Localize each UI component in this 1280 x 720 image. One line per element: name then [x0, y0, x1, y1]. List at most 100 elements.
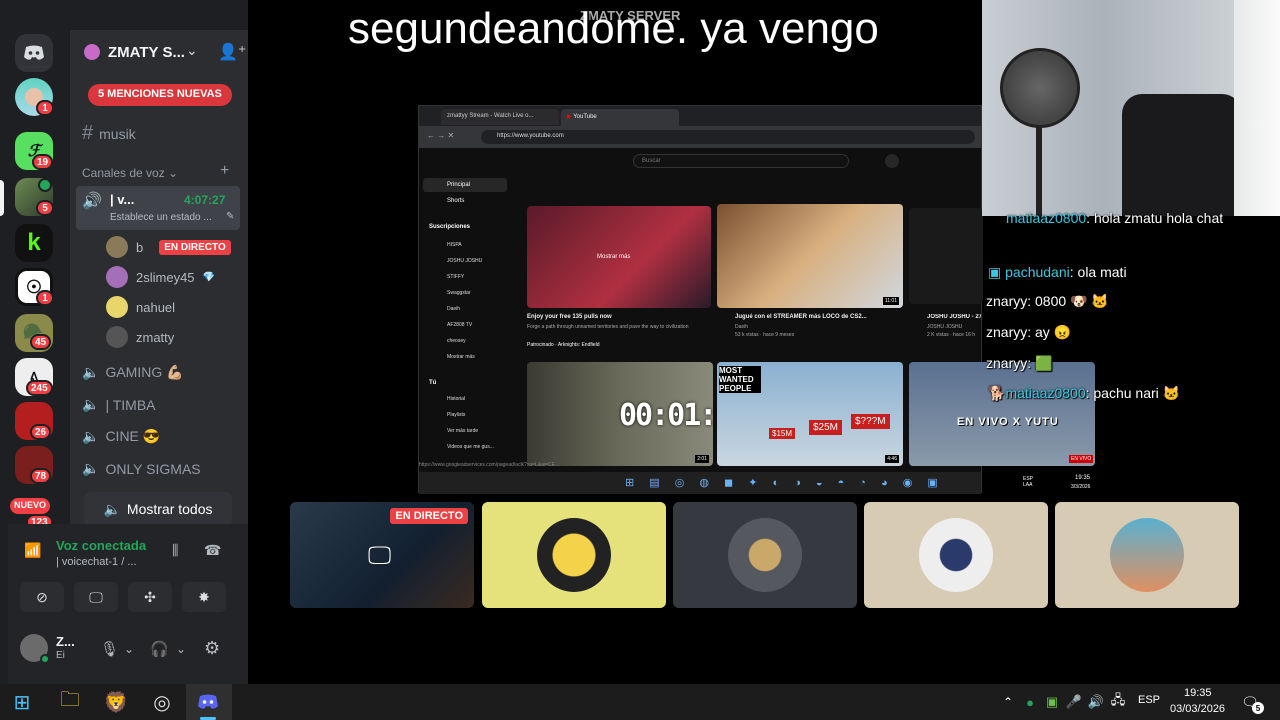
sub-channel[interactable]: Daeih [447, 306, 460, 312]
discord-taskbar-icon[interactable] [196, 690, 220, 714]
user-name: nahuel [136, 299, 176, 315]
voice-channels-header[interactable]: Canales de voz ⌄ [82, 166, 178, 180]
camera-off-icon[interactable]: ⊘ [20, 582, 64, 612]
microphone-icon[interactable]: 🎤 [1062, 690, 1086, 714]
subscriptions-header[interactable]: Suscripciones [429, 224, 470, 230]
you-item[interactable]: Historial [447, 396, 465, 402]
hashtag-icon: # [82, 122, 94, 144]
sub-channel[interactable]: STIFFY [447, 274, 464, 280]
file-explorer-icon[interactable]: 🗀 [58, 689, 82, 714]
tray-app-icon[interactable]: ▣ [1040, 690, 1064, 714]
show-all-button[interactable]: 🔈 Mostrar todos [84, 492, 232, 526]
video-thumbnail[interactable]: MOST WANTED PEOPLE $15M $25M $???M 4:46 [717, 362, 903, 466]
soundboard-button-icon[interactable]: ✸ [182, 582, 226, 612]
brave-browser-icon[interactable]: 🦁 [104, 690, 129, 714]
headphones-icon[interactable]: 🎧 [150, 640, 169, 658]
nav-item-shorts[interactable]: Shorts [447, 198, 464, 204]
participant-tile[interactable] [673, 502, 857, 608]
obs-icon[interactable]: ◎ [150, 690, 174, 714]
user-name[interactable]: Z... [56, 634, 75, 649]
live-badge: EN DIRECTO [390, 508, 468, 524]
gear-icon[interactable]: ⚙ [204, 638, 220, 659]
video-thumbnail[interactable]: 11:01 [717, 204, 903, 308]
youtube-search-input[interactable]: Buscar [633, 154, 849, 168]
video-thumbnail[interactable] [909, 208, 983, 304]
network-icon[interactable]: 🖧 [1106, 690, 1130, 714]
sub-channel[interactable]: HISPA [447, 242, 462, 248]
tray-app-icon[interactable]: ● [1018, 690, 1042, 714]
video-thumbnail[interactable]: EN VIVO X YUTU EN VIVO [909, 362, 1095, 466]
windows-start-icon[interactable]: ⊞ [10, 690, 34, 714]
sub-channel[interactable]: AF2808 TV [447, 322, 472, 328]
voice-user[interactable]: zmatty [106, 326, 174, 348]
server-name[interactable]: ZMATY S... [108, 44, 185, 61]
disconnect-icon[interactable]: ☎ [204, 542, 221, 559]
emote-icon: 🐶 🐱 [1070, 293, 1109, 309]
add-channel-icon[interactable]: + [220, 162, 229, 180]
chevron-down-icon[interactable]: ⌄ [186, 42, 198, 59]
text-channel-musik[interactable]: # musik [82, 122, 136, 145]
voice-channel[interactable]: 🔈 CINE 😎 [82, 428, 160, 445]
voice-channel[interactable]: 🔈 | TIMBA [82, 396, 156, 413]
you-item[interactable]: Videos que me gus... [447, 444, 494, 450]
activities-icon[interactable]: ✣ [128, 582, 172, 612]
video-title[interactable]: JOSHU JOSHU - 27 CLUB (PROD CLAMS CASINO… [927, 314, 981, 320]
nav-item-home[interactable]: Principal [447, 182, 470, 188]
gaming-chair [1122, 94, 1242, 216]
participant-tile[interactable] [482, 502, 666, 608]
voice-channel[interactable]: 🔈 ONLY SIGMAS [82, 460, 201, 477]
clock-time[interactable]: 19:35 [1184, 687, 1212, 699]
address-bar[interactable]: https://www.youtube.com [481, 130, 975, 144]
you-item[interactable]: Ver más tarde [447, 428, 478, 434]
video-title[interactable]: Enjoy your free 135 pulls now [527, 314, 612, 320]
sub-channel[interactable]: cheosey [447, 338, 466, 344]
channel-label: | v... [110, 192, 135, 207]
chat-user: znaryy [986, 324, 1028, 340]
timer-overlay: 00:01:04 [619, 398, 713, 433]
video-thumbnail[interactable]: 00:01:04 2:01 [527, 362, 713, 466]
microphone-icon[interactable]: 🎙 [100, 640, 119, 658]
channel-sidebar: ZMATY S... ⌄ 👤⁺ 5 MENCIONES NUEVAS # mus… [8, 30, 248, 684]
clock-date[interactable]: 03/03/2026 [1170, 703, 1225, 715]
sub-channel[interactable]: Swaggstar [447, 290, 471, 296]
you-header[interactable]: Tú [429, 380, 436, 386]
participant-tile-stream[interactable]: EN DIRECTO 🖵 [290, 502, 474, 608]
voice-channel[interactable]: 🔈 GAMING 💪🏼 [82, 364, 184, 381]
sub-channel[interactable]: JOSHU JOSHU [447, 258, 482, 264]
you-item[interactable]: Playlists [447, 412, 465, 418]
edit-icon[interactable]: ✎ [226, 211, 234, 222]
voice-user[interactable]: 2slimey45 💎 [106, 266, 215, 288]
mic-search-icon[interactable] [885, 154, 899, 168]
category-label: Canales de voz [82, 166, 165, 180]
screen-share-icon[interactable]: 🖵 [74, 582, 118, 612]
back-arrow-icon[interactable]: ← → ✕ [427, 131, 454, 140]
tab-label: zmattyy Stream - Watch Live o... [447, 113, 534, 119]
volume-icon[interactable]: 🔊 [1084, 690, 1108, 714]
video-title[interactable]: Jugué con el STREAMER más LOCO de CS2... [735, 314, 867, 320]
signal-icon: 📶 [24, 542, 42, 558]
voice-channel-path[interactable]: | voicechat-1 / ... [56, 556, 137, 568]
chevron-down-icon[interactable]: ⌄ [124, 642, 134, 656]
soundboard-icon[interactable]: ⫼ [172, 542, 178, 559]
channel-label: GAMING 💪🏼 [105, 364, 184, 380]
chat-text: ola mati [1077, 264, 1127, 280]
browser-tab[interactable]: zmattyy Stream - Watch Live o... [441, 109, 559, 125]
chevron-down-icon[interactable]: ⌄ [176, 642, 186, 656]
notification-count: 5 [1252, 702, 1264, 714]
participant-tile[interactable] [1055, 502, 1239, 608]
active-voice-channel[interactable]: 🔊 | v... 4:07:27 Establece un estado ...… [76, 186, 240, 230]
chevron-up-icon[interactable]: ⌃ [996, 690, 1020, 714]
voice-user[interactable]: b EN DIRECTO [106, 236, 231, 258]
voice-user[interactable]: nahuel [106, 296, 175, 318]
language-indicator[interactable]: ESP [1138, 694, 1160, 706]
mentions-pill[interactable]: 5 MENCIONES NUEVAS [88, 84, 232, 106]
browser-tab-active[interactable]: ▶ YouTube [561, 109, 679, 126]
show-more-link[interactable]: Mostrar más [447, 354, 475, 360]
video-thumbnail[interactable]: Mostrar más [527, 206, 711, 308]
kick-server-icon[interactable]: k [15, 224, 53, 262]
button-label: Mostrar todos [126, 501, 213, 517]
participant-tile[interactable] [864, 502, 1048, 608]
fan-object [1000, 48, 1080, 128]
avatar [106, 296, 128, 318]
add-user-icon[interactable]: 👤⁺ [218, 42, 246, 62]
